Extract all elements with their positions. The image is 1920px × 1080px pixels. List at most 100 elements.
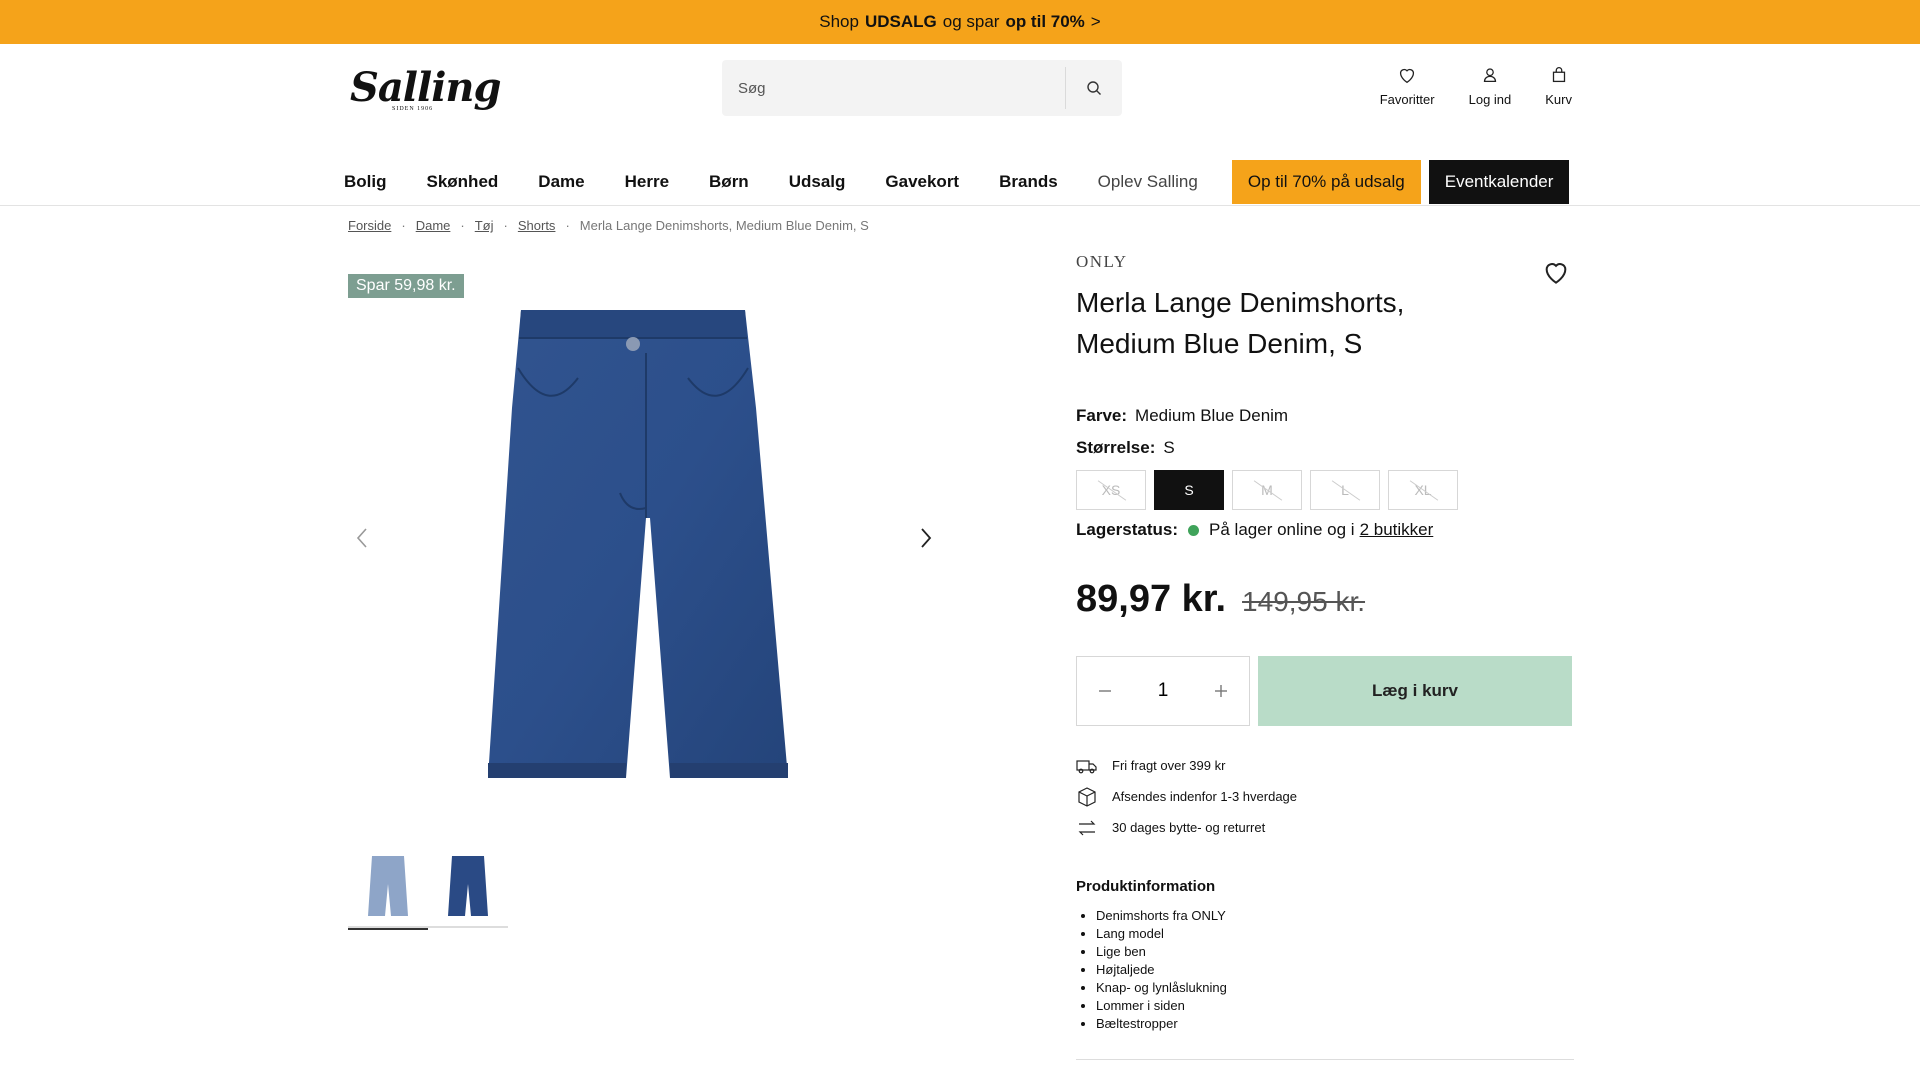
truck-icon	[1076, 759, 1097, 773]
color-label: Farve:	[1076, 406, 1128, 425]
header-actions: Favoritter Log ind Kurv	[1380, 64, 1572, 107]
quantity-stepper	[1076, 656, 1250, 726]
product-image[interactable]	[488, 308, 808, 778]
price-row: 89,97 kr. 149,95 kr.	[1076, 578, 1365, 621]
perk-text: Afsendes indenfor 1-3 hverdage	[1112, 789, 1298, 804]
size-option-xs[interactable]: XS	[1076, 470, 1146, 510]
breadcrumb-forside[interactable]: Forside	[348, 218, 391, 233]
nav-item-dame[interactable]: Dame	[538, 172, 584, 192]
perk-free-shipping: Fri fragt over 399 kr	[1076, 750, 1297, 781]
size-option-m[interactable]: M	[1232, 470, 1302, 510]
quantity-increase-button[interactable]	[1209, 679, 1233, 703]
user-icon	[1483, 68, 1497, 83]
product-gallery	[348, 296, 948, 796]
nav-item-herre[interactable]: Herre	[625, 172, 669, 192]
size-label: Størrelse:	[1076, 438, 1156, 457]
exchange-icon	[1078, 820, 1096, 835]
perk-dispatch: Afsendes indenfor 1-3 hverdage	[1076, 781, 1297, 812]
list-item: Lang model	[1096, 925, 1574, 943]
size-option-l[interactable]: L	[1310, 470, 1380, 510]
minus-icon	[1099, 690, 1111, 692]
size-row: Størrelse: S	[1076, 438, 1175, 458]
breadcrumb-dame[interactable]: Dame	[416, 218, 451, 233]
heart-icon	[1400, 68, 1415, 84]
original-price: 149,95 kr.	[1242, 586, 1366, 617]
breadcrumb-shorts[interactable]: Shorts	[518, 218, 556, 233]
perk-text: Fri fragt over 399 kr	[1112, 758, 1226, 773]
stock-dot-icon	[1188, 524, 1200, 536]
nav-sale-button[interactable]: Op til 70% på udsalg	[1231, 160, 1421, 204]
box-icon	[1078, 786, 1096, 807]
discount-badge: Spar 59,98 kr.	[348, 274, 464, 298]
promo-text-1: Shop	[819, 12, 859, 31]
gallery-prev-button[interactable]	[348, 524, 376, 552]
cart-button[interactable]: Kurv	[1545, 64, 1572, 107]
size-value: S	[1163, 438, 1175, 457]
promo-text-4: op til 70%	[1005, 12, 1085, 31]
gallery-next-button[interactable]	[912, 524, 940, 552]
color-value: Medium Blue Denim	[1135, 406, 1289, 425]
cart-label: Kurv	[1545, 92, 1572, 107]
product-information-list: Denimshorts fra ONLY Lang model Lige ben…	[1076, 907, 1574, 1033]
section-divider	[1076, 1059, 1574, 1060]
size-option-s[interactable]: S	[1154, 470, 1224, 510]
promo-arrow-icon: >	[1090, 12, 1101, 31]
logo-tagline: SIDEN 1906	[392, 106, 434, 112]
perk-returns: 30 dages bytte- og returret	[1076, 812, 1297, 843]
logo-wordmark: Salling	[350, 64, 501, 111]
current-price: 89,97 kr.	[1076, 578, 1227, 620]
main-nav: Bolig Skønhed Dame Herre Børn Udsalg Gav…	[344, 160, 1570, 204]
promo-text-3: og spar	[942, 12, 1000, 31]
gallery-thumbnails	[348, 844, 508, 930]
nav-item-brands[interactable]: Brands	[999, 172, 1058, 192]
search-button[interactable]	[1066, 60, 1122, 116]
search-icon	[1087, 81, 1101, 95]
plus-icon	[1215, 685, 1227, 697]
product-info-panel: ONLY Merla Lange Denimshorts, Medium Blu…	[1076, 252, 1572, 1031]
stock-stores-link[interactable]: 2 butikker	[1360, 520, 1434, 540]
stock-status: Lagerstatus: På lager online og i 2 buti…	[1076, 520, 1433, 540]
list-item: Lommer i siden	[1096, 997, 1574, 1015]
favorites-button[interactable]: Favoritter	[1380, 64, 1435, 107]
stock-text: På lager online og i	[1209, 520, 1355, 539]
product-information: Produktinformation Denimshorts fra ONLY …	[1076, 878, 1574, 1033]
list-item: Bæltestropper	[1096, 1015, 1574, 1033]
add-to-cart-button[interactable]: Læg i kurv	[1258, 656, 1572, 726]
site-header: Salling SIDEN 1906 Favoritter Log ind	[0, 44, 1920, 206]
delivery-perks: Fri fragt over 399 kr Afsendes indenfor …	[1076, 750, 1297, 843]
breadcrumb: Forside · Dame · Tøj · Shorts · Merla La…	[348, 218, 869, 233]
size-option-xl[interactable]: XL	[1388, 470, 1458, 510]
thumbnail-2[interactable]	[428, 844, 508, 928]
salling-logo[interactable]: Salling SIDEN 1906	[348, 62, 501, 114]
search-bar	[722, 60, 1122, 116]
list-item: Lige ben	[1096, 943, 1574, 961]
product-title: Merla Lange Denimshorts, Medium Blue Den…	[1076, 287, 1405, 359]
perk-text: 30 dages bytte- og returret	[1112, 820, 1266, 835]
stock-label: Lagerstatus:	[1076, 520, 1179, 539]
quantity-decrease-button[interactable]	[1093, 679, 1117, 703]
search-input[interactable]	[722, 60, 1065, 116]
nav-item-udsalg[interactable]: Udsalg	[789, 172, 846, 192]
breadcrumb-toj[interactable]: Tøj	[475, 218, 494, 233]
list-item: Knap- og lynlåslukning	[1096, 979, 1574, 997]
promo-banner[interactable]: Shop UDSALG og spar op til 70% >	[0, 0, 1920, 44]
size-selector: XS S M L XL	[1076, 470, 1458, 510]
color-row: Farve: Medium Blue Denim	[1076, 406, 1288, 426]
breadcrumb-current: Merla Lange Denimshorts, Medium Blue Den…	[579, 218, 869, 233]
bag-icon	[1552, 67, 1565, 83]
nav-item-bolig[interactable]: Bolig	[344, 172, 387, 192]
chevron-left-icon	[356, 528, 367, 548]
nav-item-born[interactable]: Børn	[709, 172, 749, 192]
favorites-label: Favoritter	[1379, 92, 1435, 107]
nav-item-oplev-salling[interactable]: Oplev Salling	[1098, 172, 1198, 192]
nav-item-gavekort[interactable]: Gavekort	[885, 172, 959, 192]
quantity-input[interactable]	[1143, 680, 1183, 702]
thumbnail-1[interactable]	[348, 844, 428, 930]
product-brand[interactable]: ONLY	[1076, 252, 1572, 272]
login-button[interactable]: Log ind	[1468, 64, 1512, 107]
nav-item-skonhed[interactable]: Skønhed	[427, 172, 499, 192]
nav-event-calendar-button[interactable]: Eventkalender	[1428, 160, 1570, 204]
login-label: Log ind	[1468, 92, 1512, 107]
add-to-favorites-button[interactable]	[1540, 256, 1572, 288]
promo-text-2: UDSALG	[864, 12, 937, 31]
